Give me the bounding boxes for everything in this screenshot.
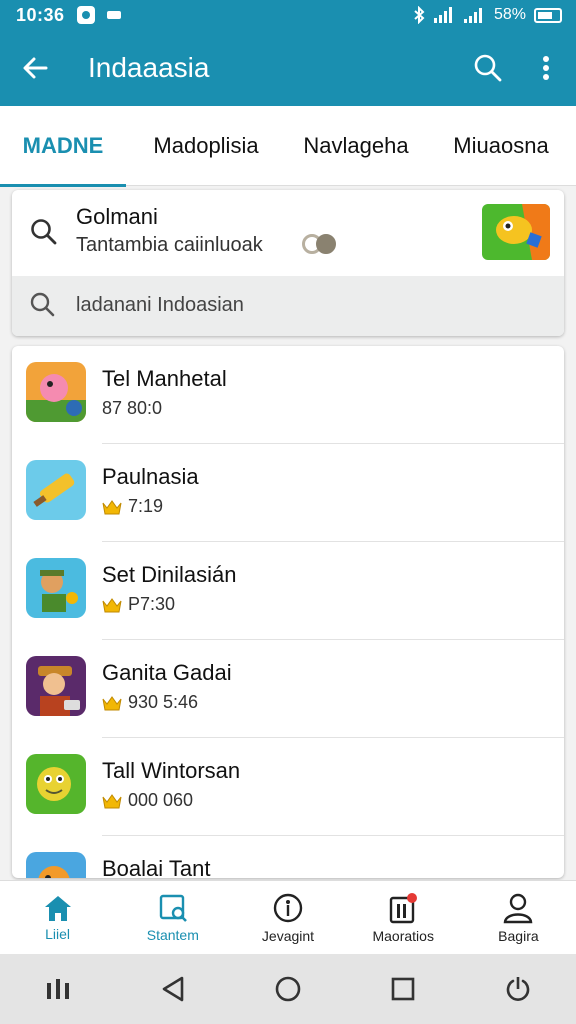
more-vert-icon xyxy=(543,56,549,80)
game-icon xyxy=(26,558,86,618)
recents-bars-icon xyxy=(46,979,69,999)
page-title: Indaaasia xyxy=(88,52,210,83)
game-name: Tall Wintorsan xyxy=(102,758,241,783)
circle-home-icon xyxy=(275,976,301,1002)
game-meta: P7:30 xyxy=(102,594,175,615)
list-item[interactable]: Boalai Tant xyxy=(12,836,564,878)
search-button[interactable] xyxy=(460,30,516,106)
search-icon xyxy=(474,54,502,82)
game-meta: 7:19 xyxy=(102,496,163,517)
info-circle-icon xyxy=(273,893,303,922)
signal-icon xyxy=(433,7,452,23)
crown-icon xyxy=(102,793,122,808)
search-suggestion[interactable]: Golmani Tantambia caiinluoak xyxy=(12,190,564,276)
tab-bar: MADNE Madoplisia Navlageha Miuaosna xyxy=(0,106,576,187)
back-nav-button[interactable] xyxy=(143,959,203,1019)
game-thumbnail[interactable] xyxy=(482,204,550,260)
bottom-navigation: Liiel Stantem Jevagint Maoratios Bagira xyxy=(0,880,576,954)
list-item[interactable]: Set Dinilasián P7:30 xyxy=(12,542,564,640)
status-time: 10:36 xyxy=(16,4,65,25)
game-name: Tel Manhetal xyxy=(102,366,227,391)
game-icon xyxy=(26,460,86,520)
list-item[interactable]: Tel Manhetal 87 80:0 xyxy=(12,346,564,444)
back-button[interactable] xyxy=(0,30,70,106)
list-item[interactable]: Tall Wintorsan 000 060 xyxy=(12,738,564,836)
game-name: Set Dinilasián xyxy=(102,562,237,587)
nav-home[interactable]: Liiel xyxy=(0,881,115,954)
tab-madne[interactable]: MADNE xyxy=(0,106,126,187)
list-item[interactable]: Ganita Gadai 930 5:46 xyxy=(12,640,564,738)
game-list: Tel Manhetal 87 80:0 Paulnasia 7:19 Set … xyxy=(12,346,564,878)
game-meta: 000 060 xyxy=(102,790,193,811)
search-icon xyxy=(31,219,57,245)
search-input[interactable]: ladanani Indoasian xyxy=(76,294,244,317)
search-icon xyxy=(30,292,55,317)
game-name: Paulnasia xyxy=(102,464,199,489)
game-icon xyxy=(26,656,86,716)
game-meta: 930 5:46 xyxy=(102,692,198,713)
person-icon xyxy=(504,893,533,923)
recent-apps-button[interactable] xyxy=(28,959,88,1019)
battery-percent: 58% xyxy=(493,6,526,23)
suggestion-title: Golmani xyxy=(76,204,158,229)
crown-icon xyxy=(102,499,122,514)
home-icon xyxy=(44,895,71,921)
suggestion-subtitle: Tantambia caiinluoak xyxy=(76,234,263,256)
square-overview-icon xyxy=(391,977,415,1001)
system-navigation-bar xyxy=(0,954,576,1024)
app-bar: Indaaasia xyxy=(0,30,576,106)
search-field[interactable]: ladanani Indoasian xyxy=(12,276,564,336)
nav-stantem[interactable]: Stantem xyxy=(115,881,230,954)
toggle-dots-icon xyxy=(302,234,336,254)
battery-icon xyxy=(534,7,562,23)
notification-app-icon xyxy=(76,6,95,24)
signal-bars-icon xyxy=(463,8,482,23)
game-icon xyxy=(26,754,86,814)
search-card: Golmani Tantambia caiinluoak ladanani In… xyxy=(12,190,564,336)
list-item[interactable]: Paulnasia 7:19 xyxy=(12,444,564,542)
crown-icon xyxy=(102,695,122,710)
overview-nav-button[interactable] xyxy=(373,959,433,1019)
status-bar: 10:36 58% xyxy=(0,0,576,30)
power-nav-button[interactable] xyxy=(488,959,548,1019)
power-icon xyxy=(507,977,530,1001)
nav-maoratios[interactable]: Maoratios xyxy=(346,881,461,954)
game-meta: 87 80:0 xyxy=(102,398,163,418)
tab-miuaosna[interactable]: Miuaosna xyxy=(426,106,576,186)
crown-icon xyxy=(102,597,122,612)
home-nav-button[interactable] xyxy=(258,959,318,1019)
tab-madoplisia[interactable]: Madoplisia xyxy=(126,106,286,186)
nav-jevagint[interactable]: Jevagint xyxy=(230,881,345,954)
game-name: Boalai Tant xyxy=(102,856,211,878)
tab-navlageha[interactable]: Navlageha xyxy=(286,106,426,186)
bluetooth-icon xyxy=(414,6,425,24)
triangle-back-icon xyxy=(162,976,184,1002)
game-icon xyxy=(26,852,86,878)
image-search-icon xyxy=(159,894,187,922)
notification-box-icon xyxy=(390,892,418,923)
game-name: Ganita Gadai xyxy=(102,660,232,685)
more-options-button[interactable] xyxy=(516,30,576,106)
notification-dot-icon xyxy=(106,11,121,19)
arrow-left-icon xyxy=(23,57,48,79)
nav-bagira[interactable]: Bagira xyxy=(461,881,576,954)
game-icon xyxy=(26,362,86,422)
